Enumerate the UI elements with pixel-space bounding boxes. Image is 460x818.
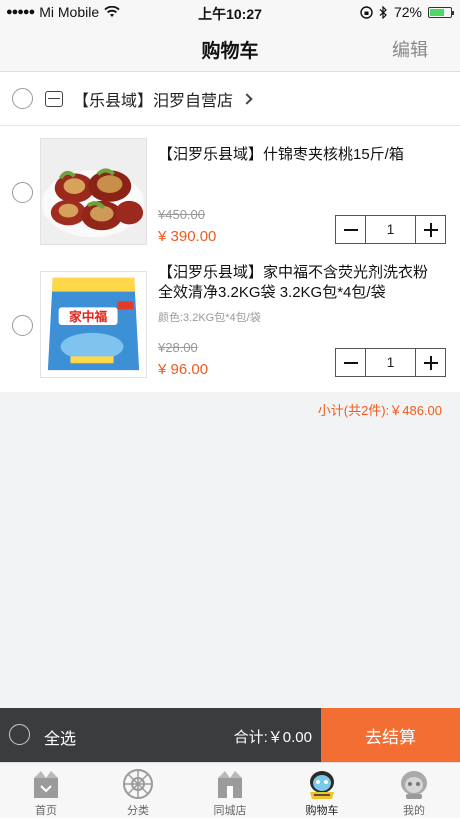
decrease-qty-button[interactable]	[336, 349, 365, 376]
current-price: ¥ 390.00	[158, 228, 217, 245]
total-label: 合计:￥0.00	[233, 729, 312, 746]
home-box-icon	[34, 771, 58, 798]
subtotal-label: 小计(共2件):￥486.00	[317, 403, 442, 418]
chevron-right-icon	[241, 92, 253, 105]
decrease-qty-button[interactable]	[336, 216, 365, 243]
rotation-lock-icon	[360, 5, 373, 19]
bluetooth-icon	[379, 5, 387, 19]
profile-mascot-icon	[401, 771, 427, 799]
product-name[interactable]: 【汨罗乐县域】什锦枣夹核桃15斤/箱	[158, 145, 438, 165]
tab-profile[interactable]: 我的	[368, 763, 460, 818]
tab-label: 首页	[35, 805, 57, 817]
battery-percent: 72%	[393, 4, 422, 20]
battery-icon	[428, 6, 454, 18]
cart-item: 家中福 【汨罗乐县域】家中福不含荧光剂洗衣粉全效清净3.2KG袋 3.2KG包*…	[0, 259, 460, 392]
tab-city-store[interactable]: 同城店	[184, 763, 276, 818]
cart-item: 【汨罗乐县域】什锦枣夹核桃15斤/箱 ¥450.00 ¥ 390.00 1	[0, 126, 460, 259]
tab-home[interactable]: 首页	[0, 763, 92, 818]
original-price: ¥28.00	[158, 340, 198, 355]
select-all-label[interactable]: 全选	[44, 725, 76, 749]
quantity-input[interactable]: 1	[365, 216, 416, 243]
current-price: ¥ 96.00	[158, 361, 209, 378]
select-all-radio[interactable]	[9, 724, 30, 745]
detergent-bag-product-icon: 家中福	[41, 272, 146, 377]
original-price: ¥450.00	[158, 207, 205, 222]
page-title: 购物车	[201, 41, 259, 62]
increase-qty-button[interactable]	[416, 349, 445, 376]
city-store-icon	[218, 771, 242, 798]
increase-qty-button[interactable]	[416, 216, 445, 243]
status-bar: ●●●●● Mi Mobile 上午10:27 72%	[0, 0, 460, 24]
product-image[interactable]	[40, 138, 147, 245]
edit-button[interactable]: 编辑	[392, 36, 428, 62]
cart-items-list: 【汨罗乐县域】什锦枣夹核桃15斤/箱 ¥450.00 ¥ 390.00 1 家中…	[0, 126, 460, 392]
dates-walnut-product-icon	[41, 139, 146, 244]
item-select-radio[interactable]	[12, 182, 33, 203]
product-image[interactable]: 家中福	[40, 271, 147, 378]
brand-logo: 家中福	[69, 309, 107, 325]
cart-mascot-icon	[310, 771, 334, 799]
quantity-stepper: 1	[335, 215, 446, 244]
tab-label: 分类	[127, 805, 149, 817]
quantity-input[interactable]: 1	[365, 349, 416, 376]
tab-label: 同城店	[213, 805, 247, 817]
tab-bar: 首页 分类 同城店 购物车 我的	[0, 762, 460, 818]
tab-label: 购物车	[305, 805, 339, 817]
checkout-button[interactable]: 去结算	[321, 708, 460, 762]
checkout-bar: 全选 合计:￥0.00 去结算	[0, 708, 460, 762]
store-name[interactable]: 【乐县域】汨罗自营店	[73, 87, 233, 111]
item-select-radio[interactable]	[12, 315, 33, 336]
nav-bar: 购物车 编辑	[0, 24, 460, 72]
tab-label: 我的	[403, 805, 425, 817]
category-wheel-icon	[123, 769, 153, 799]
product-name[interactable]: 【汨罗乐县域】家中福不含荧光剂洗衣粉全效清净3.2KG袋 3.2KG包*4包/袋	[158, 263, 438, 303]
store-row[interactable]: 【乐县域】汨罗自营店	[0, 72, 460, 126]
tab-category[interactable]: 分类	[92, 763, 184, 818]
store-select-radio[interactable]	[12, 88, 33, 109]
store-icon	[45, 90, 63, 107]
product-spec: 颜色:3.2KG包*4包/袋	[158, 312, 261, 324]
quantity-stepper: 1	[335, 348, 446, 377]
tab-cart[interactable]: 购物车	[276, 763, 368, 818]
